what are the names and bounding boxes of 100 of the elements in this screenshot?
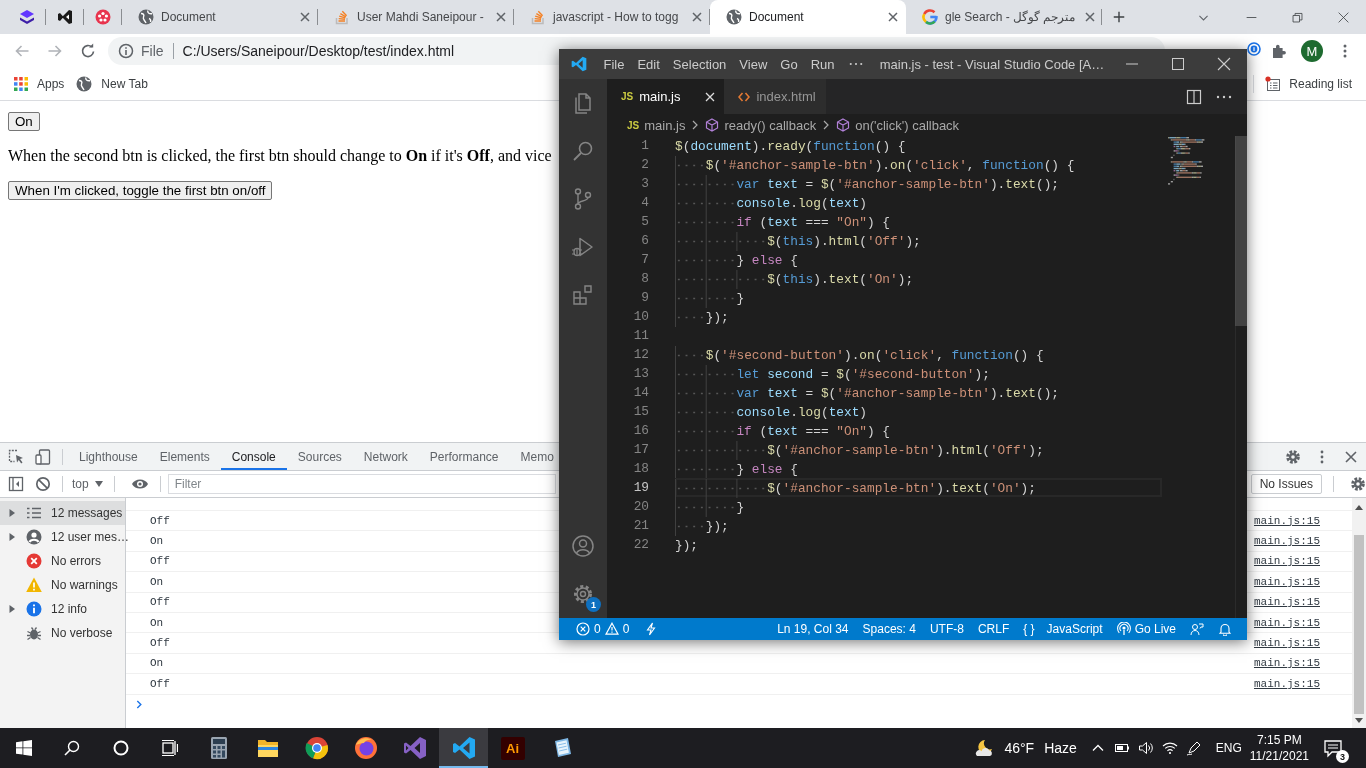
browser-tab[interactable]: Document (122, 0, 318, 34)
expand-arrow-icon[interactable] (8, 509, 16, 517)
eye-icon[interactable] (130, 478, 149, 490)
speaker-icon[interactable] (1137, 740, 1154, 756)
editor-tab[interactable]: JS main.js (607, 79, 725, 114)
sidebar-item[interactable]: 12 messages (0, 501, 125, 525)
browser-tab[interactable]: Document (710, 0, 906, 34)
pen-icon[interactable] (1185, 740, 1202, 756)
sidebar-toggle-icon[interactable] (8, 476, 24, 492)
expand-arrow-icon[interactable] (8, 533, 16, 541)
devtools-tab[interactable]: Network (352, 443, 419, 470)
maximize-icon[interactable] (1170, 56, 1186, 72)
windows-logo-icon[interactable] (15, 740, 32, 756)
settings-icon[interactable] (1285, 448, 1301, 465)
menu-item[interactable]: File (597, 56, 631, 72)
feedback-person-icon[interactable] (1190, 622, 1204, 636)
source-link[interactable]: main.js:15 (1254, 555, 1320, 568)
speech-bubble-icon[interactable] (1323, 738, 1343, 758)
wifi-icon[interactable] (1161, 740, 1178, 756)
reading-list-button[interactable]: Reading list (1259, 71, 1366, 97)
profile-avatar[interactable]: M (1301, 40, 1323, 62)
close-icon[interactable] (1343, 448, 1359, 465)
issues-button[interactable]: No Issues (1250, 474, 1322, 494)
menu-item[interactable]: Edit (630, 56, 667, 72)
source-link[interactable]: main.js:15 (1254, 575, 1320, 588)
block-icon[interactable] (35, 476, 51, 492)
browser-tab[interactable]: User Mahdi Saneipour - (318, 0, 514, 34)
sidebar-item[interactable]: No verbose (0, 621, 125, 645)
browser-tab[interactable]: مترجم گوگل - gle Search (906, 0, 1102, 34)
input-language-button[interactable]: ENG (1215, 741, 1242, 755)
source-link[interactable]: main.js:15 (1254, 657, 1320, 670)
sidebar-item[interactable]: 12 info (0, 597, 125, 621)
devtools-tab[interactable]: Console (220, 443, 287, 470)
search-icon[interactable] (63, 740, 80, 756)
scroll-up-arrow-icon[interactable] (1355, 504, 1363, 510)
context-dropdown[interactable]: top (72, 477, 103, 491)
sidebar-item[interactable]: No errors (0, 549, 125, 573)
inspect-icon[interactable] (8, 448, 24, 465)
breadcrumb-item[interactable]: on('click') callback (836, 117, 960, 133)
bell-icon[interactable] (1218, 622, 1232, 636)
source-link[interactable]: main.js:15 (1254, 535, 1320, 548)
source-link[interactable]: main.js:15 (1254, 637, 1320, 650)
scrollbar-thumb[interactable] (1354, 535, 1364, 714)
clock-date[interactable]: 11/21/2021 (1249, 748, 1309, 764)
second-button[interactable]: When I'm clicked, toggle the first btn on/off (8, 181, 273, 200)
menu-item[interactable]: View (732, 56, 774, 72)
scroll-down-arrow-icon[interactable] (1355, 718, 1363, 724)
reload-icon[interactable] (79, 43, 96, 59)
devtools-tab[interactable]: Lighthouse (68, 443, 149, 470)
editor-tab[interactable]: index.html (724, 79, 826, 114)
cursor-position-button[interactable]: Ln 19, Col 34 (770, 622, 856, 636)
breadcrumb-item[interactable]: ready() callback (705, 117, 817, 133)
source-link[interactable]: main.js:15 (1254, 514, 1320, 527)
site-info-button[interactable]: File (118, 43, 164, 59)
blocks-icon[interactable] (571, 283, 595, 307)
breadcrumb-item[interactable]: JS main.js (627, 117, 686, 133)
line-ending-button[interactable]: CRLF (970, 622, 1017, 636)
account-icon[interactable] (571, 534, 595, 558)
devtools-tab[interactable]: Elements (148, 443, 221, 470)
info-icon (118, 43, 134, 59)
source-link[interactable]: main.js:15 (1254, 596, 1320, 609)
play-bug-icon[interactable] (571, 235, 595, 259)
more-icon[interactable] (849, 62, 863, 66)
plus-icon[interactable] (1112, 10, 1126, 24)
devtools-tab[interactable]: Sources (286, 443, 353, 470)
encoding-button[interactable]: UTF-8 (922, 622, 971, 636)
settings-icon[interactable] (571, 582, 595, 606)
scrollbar-thumb[interactable] (1235, 136, 1247, 326)
device-icon[interactable] (35, 448, 51, 465)
taskbar-button[interactable]: Ai (488, 728, 537, 768)
devtools-tab[interactable]: Memo (509, 443, 557, 470)
menu-item[interactable]: Run (804, 56, 841, 72)
sidebar-item[interactable]: No warnings (0, 573, 125, 597)
expand-arrow-icon[interactable] (8, 605, 16, 613)
go-live-button[interactable]: Go Live (1109, 622, 1183, 636)
devtools-tab[interactable]: Performance (418, 443, 510, 470)
menu-item[interactable]: Go (773, 56, 805, 72)
indentation-button[interactable]: Spaces: 4 (855, 622, 923, 636)
menu-item[interactable]: Selection (666, 56, 733, 72)
moon-cloud-icon[interactable] (974, 738, 995, 758)
bookmark-item[interactable]: New Tab (70, 71, 154, 97)
problems-button[interactable]: 0 0 (569, 622, 637, 636)
lightning-icon[interactable] (644, 622, 659, 636)
task-view-icon[interactable] (161, 740, 178, 756)
line-number: 12 (632, 346, 650, 364)
language-mode-button[interactable]: { } JavaScript (1016, 622, 1110, 636)
settings-icon[interactable] (1350, 476, 1366, 492)
bowtie-logo-icon (402, 736, 427, 760)
source-link[interactable]: main.js:15 (1254, 616, 1320, 629)
toggle-button[interactable]: On (8, 112, 40, 131)
puzzle-icon[interactable] (1271, 43, 1287, 59)
clock-time[interactable]: 7:15 PM (1257, 732, 1302, 748)
prompt-chevron-icon[interactable] (136, 700, 143, 709)
restore-icon[interactable] (1290, 10, 1304, 24)
browser-tab[interactable]: javascript - How to togg (514, 0, 710, 34)
split-editor-icon[interactable] (1186, 88, 1202, 105)
bookmark-item[interactable]: Apps (8, 71, 71, 97)
layers-icon (19, 9, 35, 25)
source-link[interactable]: main.js:15 (1254, 677, 1320, 690)
filter-field[interactable]: Filter (167, 474, 556, 494)
